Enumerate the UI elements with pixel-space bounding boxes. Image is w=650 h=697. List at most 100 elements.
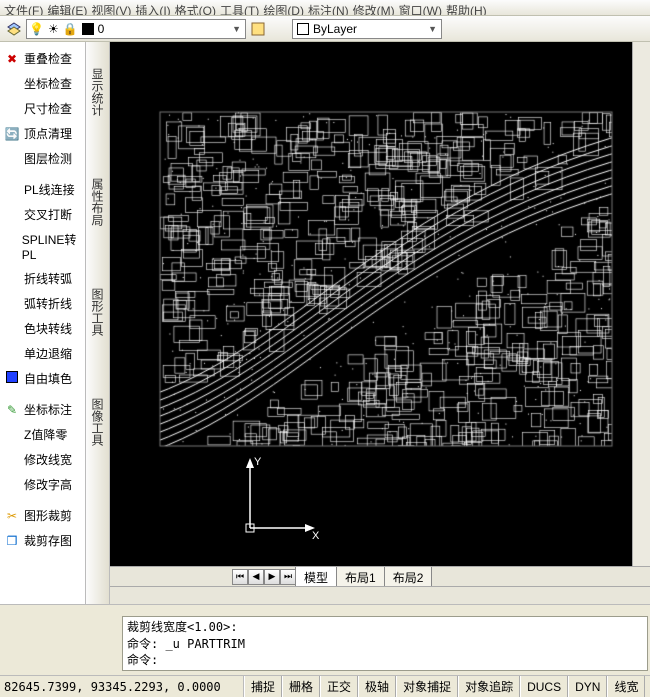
sidebar-item[interactable]: 折线转弧 <box>0 266 85 291</box>
separator <box>0 604 650 612</box>
tab-layout2[interactable]: 布局2 <box>384 567 433 587</box>
sidebar-item-label: PL线连接 <box>24 181 75 198</box>
menu-insert[interactable]: 插入(I) <box>135 2 170 13</box>
tab-first-button[interactable]: ⏮ <box>232 569 248 585</box>
sidebar-item[interactable]: PL线连接 <box>0 177 85 202</box>
layer-color-swatch <box>82 23 94 35</box>
tab-last-button[interactable]: ⏭ <box>280 569 296 585</box>
sidebar-item-label: 修改线宽 <box>24 451 72 468</box>
menu-dim[interactable]: 标注(N) <box>308 2 349 13</box>
sidebar-item-label: 色块转线 <box>24 320 72 337</box>
sidebar-item[interactable]: 单边退缩 <box>0 341 85 366</box>
horizontal-scrollbar[interactable] <box>110 586 650 604</box>
sidebar-item-label: 交叉打断 <box>24 206 72 223</box>
lightbulb-icon: 💡 <box>29 22 44 36</box>
menu-help[interactable]: 帮助(H) <box>446 2 487 13</box>
palette-strip: 显示统计 属性布局 图形工具 图像工具 <box>86 42 110 604</box>
menu-edit[interactable]: 编辑(E) <box>47 2 87 13</box>
sidebar-item[interactable]: ❒ 裁剪存图 <box>0 528 85 553</box>
drawing-canvas[interactable]: Y X <box>110 42 632 566</box>
status-coords: 82645.7399, 93345.2293, 0.0000 <box>0 676 244 697</box>
sidebar-item-label: 坐标标注 <box>24 401 72 418</box>
menu-window[interactable]: 窗口(W) <box>399 2 442 13</box>
sidebar-item-label: 单边退缩 <box>24 345 72 362</box>
toggle-polar[interactable]: 极轴 <box>358 676 396 697</box>
sidebar-item[interactable]: 修改线宽 <box>0 447 85 472</box>
tab-layout1[interactable]: 布局1 <box>336 567 385 587</box>
sidebar-item-label: 图形裁剪 <box>24 507 72 524</box>
layer-toolbar: 💡 ☀ 🔒 0 ▼ ByLayer ▼ <box>0 16 650 42</box>
menu-format[interactable]: 格式(O) <box>175 2 216 13</box>
toggle-dyn[interactable]: DYN <box>568 676 607 697</box>
bylayer-label: ByLayer <box>313 22 357 36</box>
sidebar-item-label: 折线转弧 <box>24 270 72 287</box>
sidebar-item-label: Z值降零 <box>24 426 67 443</box>
toggle-snap[interactable]: 捕捉 <box>244 676 282 697</box>
color-swatch-icon <box>297 23 309 35</box>
sidebar-item-icon: ✖ <box>4 52 20 66</box>
vertical-scrollbar[interactable] <box>632 42 650 566</box>
cmd-history-line: 命令: _u PARTTRIM <box>127 636 643 652</box>
palette-tab-image[interactable]: 图像工具 <box>87 392 108 452</box>
sidebar-item[interactable]: 色块转线 <box>0 316 85 341</box>
palette-tab-stats[interactable]: 显示统计 <box>87 62 108 122</box>
sidebar-item[interactable]: 修改字高 <box>0 472 85 497</box>
sidebar-item-icon: ✂ <box>4 509 20 523</box>
sidebar-item-icon: 🔄 <box>4 127 20 141</box>
tab-model[interactable]: 模型 <box>295 567 337 587</box>
sidebar-item-icon <box>4 371 20 386</box>
sidebar-item[interactable]: 图层检测 <box>0 146 85 171</box>
sidebar-item-label: 尺寸检查 <box>24 100 72 117</box>
sidebar-item-icon: ✎ <box>4 403 20 417</box>
sidebar-item[interactable]: Z值降零 <box>0 422 85 447</box>
toggle-otrack[interactable]: 对象追踪 <box>458 676 520 697</box>
toggle-grid[interactable]: 栅格 <box>282 676 320 697</box>
menu-view[interactable]: 视图(V) <box>91 2 131 13</box>
viewport-column: Y X ⏮ ◀ ▶ ⏭ 模型 布局1 布局2 <box>110 42 650 604</box>
lock-icon: 🔒 <box>63 22 78 36</box>
toggle-ortho[interactable]: 正交 <box>320 676 358 697</box>
color-combo[interactable]: ByLayer ▼ <box>292 19 442 39</box>
cmd-prompt: 命令: <box>127 652 643 668</box>
menu-tools[interactable]: 工具(T) <box>220 2 259 13</box>
layer-combo[interactable]: 💡 ☀ 🔒 0 ▼ <box>26 19 246 39</box>
sidebar-item[interactable]: 自由填色 <box>0 366 85 391</box>
cmd-history-line: 裁剪线宽度<1.00>: <box>127 619 643 635</box>
toggle-ducs[interactable]: DUCS <box>520 676 568 697</box>
sidebar-item[interactable]: 尺寸检查 <box>0 96 85 121</box>
layer-name: 0 <box>98 22 105 36</box>
command-line[interactable]: 裁剪线宽度<1.00>: 命令: _u PARTTRIM 命令: <box>122 616 648 671</box>
sidebar-item[interactable]: ✂ 图形裁剪 <box>0 503 85 528</box>
tab-next-button[interactable]: ▶ <box>264 569 280 585</box>
palette-tab-draw[interactable]: 图形工具 <box>87 282 108 342</box>
tab-prev-button[interactable]: ◀ <box>248 569 264 585</box>
main-area: ✖重叠检查坐标检查尺寸检查 🔄 顶点清理图层检测 PL线连接交叉打断 SPLINE转PL… <box>0 42 650 604</box>
sidebar-item[interactable]: ✖重叠检查 <box>0 46 85 71</box>
menu-draw[interactable]: 绘图(D) <box>263 2 304 13</box>
sidebar-item-label: 裁剪存图 <box>24 532 72 549</box>
toggle-lweight[interactable]: 线宽 <box>607 676 645 697</box>
sidebar-item[interactable]: 弧转折线 <box>0 291 85 316</box>
tool-sidebar: ✖重叠检查坐标检查尺寸检查 🔄 顶点清理图层检测 PL线连接交叉打断 SPLINE转PL… <box>0 42 86 604</box>
menu-modify[interactable]: 修改(M) <box>353 2 395 13</box>
sidebar-item-label: 图层检测 <box>24 150 72 167</box>
sidebar-item[interactable]: ✎ 坐标标注 <box>0 397 85 422</box>
tab-nav: ⏮ ◀ ▶ ⏭ <box>232 569 296 585</box>
sidebar-item[interactable]: SPLINE转PL <box>0 227 85 266</box>
layer-tool-icon[interactable] <box>248 19 268 39</box>
palette-tab-props[interactable]: 属性布局 <box>87 172 108 232</box>
sidebar-item[interactable]: 🔄 顶点清理 <box>0 121 85 146</box>
layers-icon[interactable] <box>4 19 24 39</box>
sidebar-item[interactable]: 坐标检查 <box>0 71 85 96</box>
sun-icon: ☀ <box>48 22 59 36</box>
sidebar-item-label: 自由填色 <box>24 370 72 387</box>
sidebar-item-icon: ❒ <box>4 534 20 548</box>
status-bar: 82645.7399, 93345.2293, 0.0000 捕捉 栅格 正交 … <box>0 675 650 697</box>
toggle-osnap[interactable]: 对象捕捉 <box>396 676 458 697</box>
menu-file[interactable]: 文件(F) <box>4 2 43 13</box>
menu-bar: 文件(F) 编辑(E) 视图(V) 插入(I) 格式(O) 工具(T) 绘图(D… <box>0 0 650 16</box>
sidebar-item-label: SPLINE转PL <box>22 231 81 262</box>
sidebar-item-label: 顶点清理 <box>24 125 72 142</box>
sidebar-item[interactable]: 交叉打断 <box>0 202 85 227</box>
layout-tab-row: ⏮ ◀ ▶ ⏭ 模型 布局1 布局2 <box>110 566 650 586</box>
